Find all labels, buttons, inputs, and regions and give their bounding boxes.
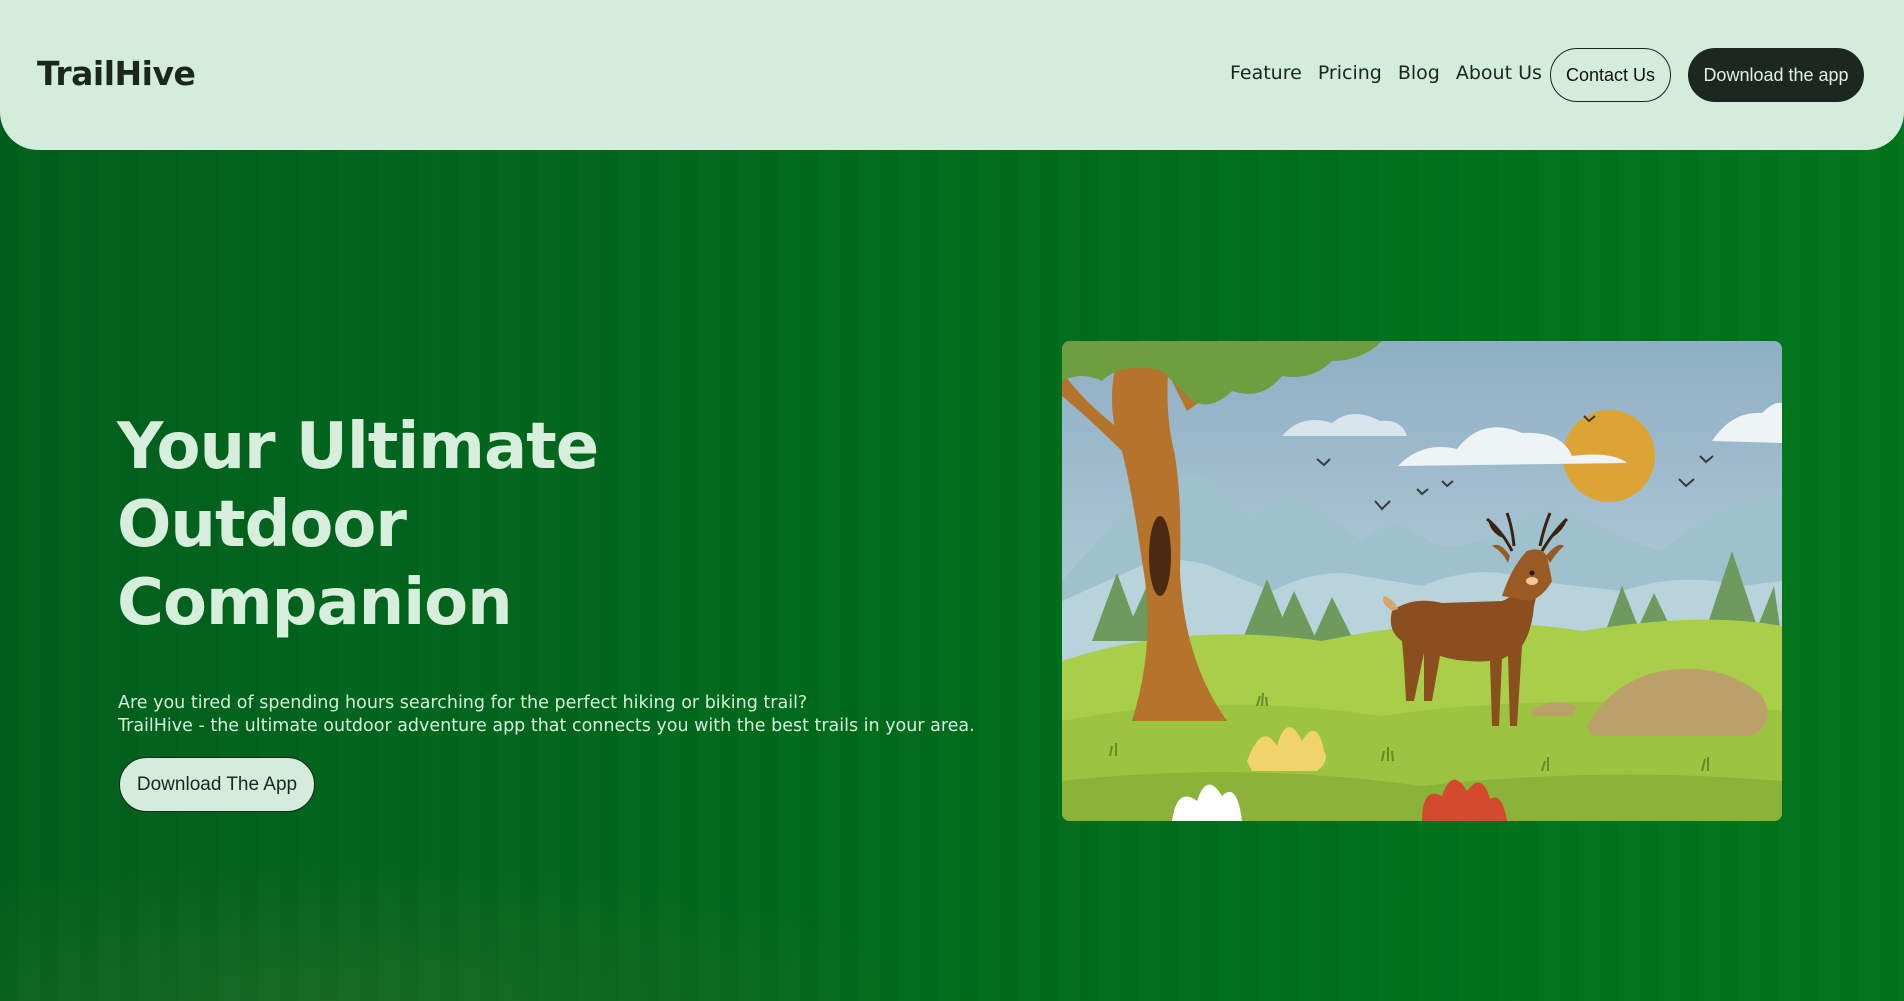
download-app-button[interactable]: Download the app <box>1688 48 1864 102</box>
hero-title-line: Your Ultimate <box>117 410 599 484</box>
hero-title-line: Companion <box>117 566 513 640</box>
top-navbar: TrailHive Feature Pricing Blog About Us … <box>0 0 1904 150</box>
brand-logo[interactable]: TrailHive <box>37 54 196 93</box>
deer-forest-illustration <box>1062 341 1782 821</box>
hero-title-line: Outdoor <box>117 488 407 562</box>
nav-link-blog[interactable]: Blog <box>1398 62 1440 84</box>
hero-title: Your Ultimate Outdoor Companion <box>117 408 677 642</box>
nav-link-about-us[interactable]: About Us <box>1456 62 1542 84</box>
hero-illustration <box>1062 341 1782 821</box>
hero-description-line: Are you tired of spending hours searchin… <box>118 693 808 713</box>
nav-link-pricing[interactable]: Pricing <box>1318 62 1382 84</box>
nav-link-feature[interactable]: Feature <box>1230 62 1302 84</box>
hero-description: Are you tired of spending hours searchin… <box>118 692 975 738</box>
tree-hollow <box>1149 516 1171 596</box>
main-nav: Feature Pricing Blog About Us <box>1230 62 1542 84</box>
contact-us-button[interactable]: Contact Us <box>1550 48 1671 102</box>
hero-download-button[interactable]: Download The App <box>119 757 315 812</box>
hero-description-line: TrailHive - the ultimate outdoor adventu… <box>118 716 975 736</box>
